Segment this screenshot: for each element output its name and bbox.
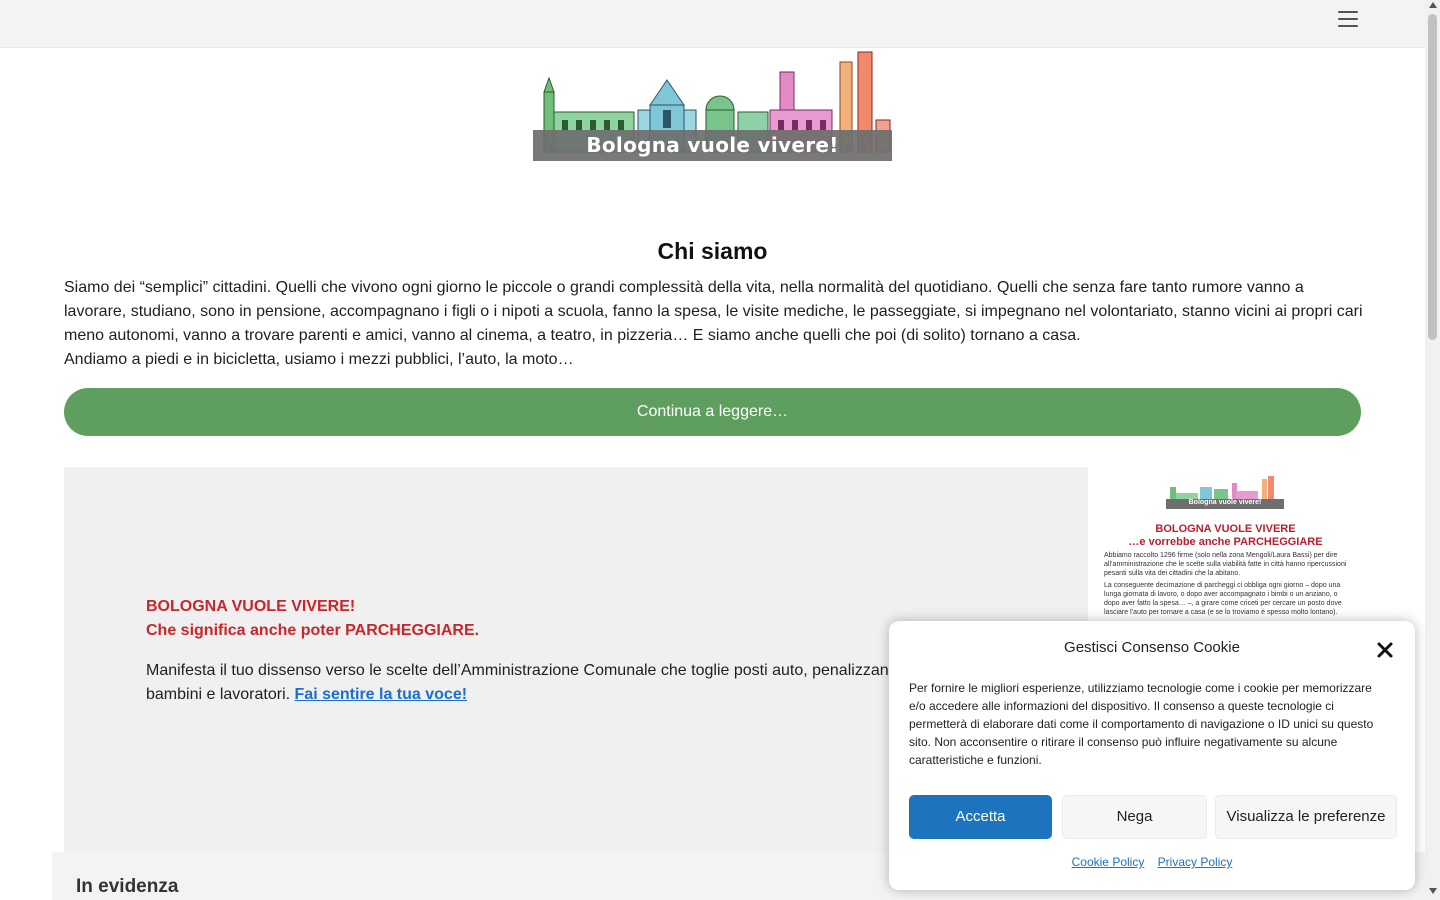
accept-button[interactable]: Accetta <box>909 795 1052 839</box>
flyer-text: Abbiamo raccolto 1296 firme (solo nella … <box>1104 551 1349 620</box>
flyer-logo-text: Bologna vuole vivere! <box>1188 499 1262 506</box>
flyer-text-2: La conseguente decimazione di parcheggi … <box>1104 582 1342 616</box>
logo-text: Bologna vuole vivere! <box>586 133 839 157</box>
flyer-heading-1: BOLOGNA VUOLE VIVERE <box>1155 523 1296 535</box>
about-intro: Siamo dei “semplici” cittadini. Quelli c… <box>64 276 1364 372</box>
scroll-up-arrow-icon[interactable] <box>1429 2 1437 8</box>
page-title: Chi siamo <box>657 238 768 264</box>
flyer-heading-2: …e vorrebbe anche PARCHEGGIARE <box>1128 536 1323 548</box>
close-icon[interactable] <box>1375 640 1395 660</box>
cookie-policy-link[interactable]: Cookie Policy <box>1072 855 1145 869</box>
cookie-dialog-title: Gestisci Consenso Cookie <box>1064 639 1240 656</box>
flyer-text-1: Abbiamo raccolto 1296 firme (solo nella … <box>1104 552 1347 577</box>
page-scrollbar[interactable] <box>1425 0 1440 900</box>
voice-link[interactable]: Fai sentire la tua voce! <box>295 686 468 703</box>
privacy-policy-link[interactable]: Privacy Policy <box>1158 855 1233 869</box>
cookie-policy-links: Cookie Policy Privacy Policy <box>889 855 1415 869</box>
promo-heading-line-2: Che significa anche poter PARCHEGGIARE. <box>146 622 480 639</box>
view-preferences-button[interactable]: Visualizza le preferenze <box>1215 795 1397 839</box>
top-bar <box>0 0 1425 48</box>
scroll-thumb[interactable] <box>1428 14 1437 340</box>
flyer-image[interactable]: Bologna vuole vivere! BOLOGNA VUOLE VIVE… <box>1098 467 1353 627</box>
about-paragraph-2: Andiamo a piedi e in bicicletta, usiamo … <box>64 351 574 368</box>
cookie-dialog-text: Per fornire le migliori esperienze, util… <box>909 681 1374 767</box>
promo-body-text: Manifesta il tuo dissenso verso le scelt… <box>146 662 997 703</box>
hamburger-menu-icon[interactable] <box>1338 11 1358 29</box>
featured-title: In evidenza <box>76 876 179 897</box>
deny-button[interactable]: Nega <box>1062 795 1207 839</box>
promo-heading-line-1: BOLOGNA VUOLE VIVERE! <box>146 598 356 615</box>
scroll-down-arrow-icon[interactable] <box>1429 888 1437 894</box>
about-paragraph-1: Siamo dei “semplici” cittadini. Quelli c… <box>64 279 1363 344</box>
site-logo[interactable]: Bologna vuole vivere! <box>532 50 893 162</box>
continue-reading-button[interactable]: Continua a leggere… <box>64 388 1361 436</box>
cookie-consent-dialog: Gestisci Consenso Cookie Per fornire le … <box>889 621 1415 890</box>
promo-heading: BOLOGNA VUOLE VIVERE! Che significa anch… <box>146 595 479 643</box>
